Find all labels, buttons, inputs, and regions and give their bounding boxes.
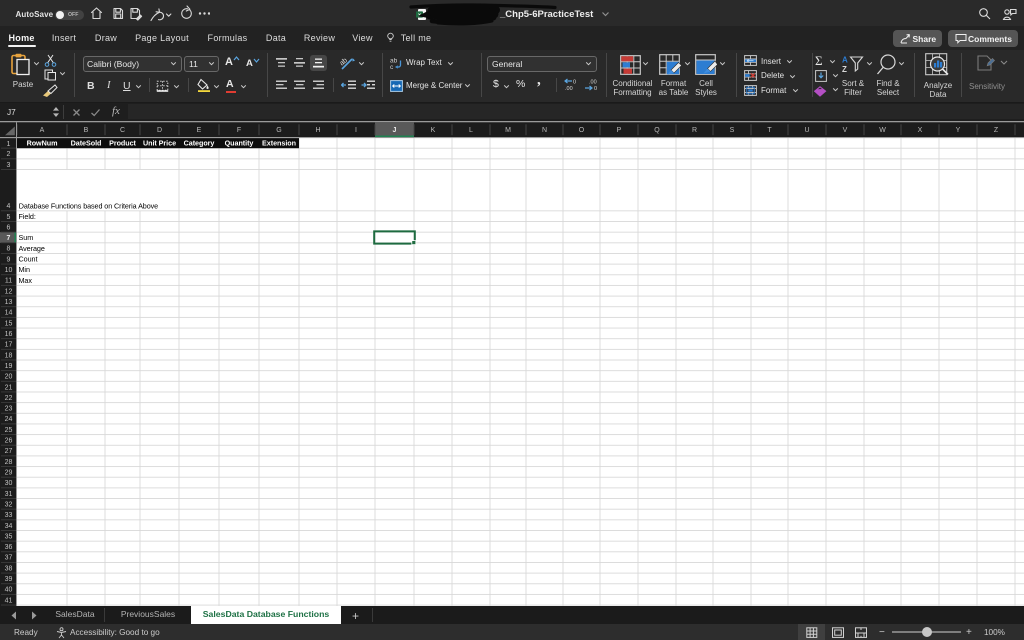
svg-text:19: 19 [5,363,13,370]
svg-text:41: 41 [5,597,13,604]
svg-text:31: 31 [5,491,13,498]
svg-text:M: M [505,127,511,134]
svg-text:DateSold: DateSold [71,139,102,148]
svg-text:U: U [804,127,809,134]
svg-text:K: K [431,127,436,134]
svg-text:40: 40 [5,587,13,594]
svg-text:37: 37 [5,555,13,562]
svg-text:D: D [157,127,162,134]
svg-text:24: 24 [5,416,13,423]
svg-text:Product: Product [109,139,136,148]
svg-text:V: V [843,127,848,134]
svg-text:L: L [469,127,473,134]
svg-text:36: 36 [5,544,13,551]
svg-text:38: 38 [5,565,13,572]
svg-text:T: T [767,127,772,134]
svg-text:11: 11 [5,278,12,285]
svg-text:C: C [120,127,125,134]
svg-text:Sum: Sum [19,233,34,242]
svg-text:H: H [315,127,320,134]
svg-text:8: 8 [7,246,11,253]
svg-text:1: 1 [7,141,11,148]
svg-text:S: S [730,127,735,134]
svg-text:J: J [393,127,397,134]
svg-text:32: 32 [5,501,13,508]
svg-text:Min: Min [19,265,30,274]
svg-text:Category: Category [184,139,215,148]
svg-text:13: 13 [5,299,13,306]
svg-text:6: 6 [7,224,11,231]
svg-text:X: X [918,127,923,134]
svg-text:Field:: Field: [19,212,36,221]
svg-text:Average: Average [19,244,45,253]
svg-text:10: 10 [5,267,13,274]
svg-text:Unit Price: Unit Price [143,139,176,148]
svg-text:Database Functions based on Cr: Database Functions based on Criteria Abo… [19,201,158,210]
svg-text:Y: Y [956,127,961,134]
svg-text:35: 35 [5,533,13,540]
svg-text:14: 14 [5,310,13,317]
svg-text:7: 7 [7,235,11,242]
svg-text:21: 21 [5,384,13,391]
svg-text:20: 20 [5,374,13,381]
svg-text:2: 2 [7,151,11,158]
svg-text:23: 23 [5,406,13,413]
svg-text:34: 34 [5,523,13,530]
svg-text:Extension: Extension [262,139,296,148]
svg-text:R: R [692,127,697,134]
svg-text:22: 22 [5,395,13,402]
svg-text:N: N [542,127,547,134]
svg-text:12: 12 [5,288,13,295]
svg-text:B: B [84,127,89,134]
svg-text:28: 28 [5,459,13,466]
svg-text:G: G [276,127,281,134]
svg-text:Q: Q [654,127,660,134]
svg-text:29: 29 [5,470,13,477]
svg-text:W: W [879,127,886,134]
svg-text:3: 3 [7,162,11,169]
svg-text:39: 39 [5,576,13,583]
svg-text:A: A [40,127,45,134]
svg-text:Max: Max [19,276,33,285]
svg-text:9: 9 [7,256,11,263]
svg-text:17: 17 [5,342,13,349]
svg-text:30: 30 [5,480,13,487]
svg-text:Z: Z [994,127,999,134]
svg-text:E: E [197,127,202,134]
svg-text:4: 4 [7,203,11,210]
svg-text:25: 25 [5,427,13,434]
svg-text:18: 18 [5,352,13,359]
svg-text:F: F [237,127,241,134]
svg-text:O: O [579,127,585,134]
svg-text:P: P [617,127,622,134]
svg-text:I: I [355,127,357,134]
svg-text:Count: Count [19,255,38,264]
svg-text:16: 16 [5,331,13,338]
svg-text:26: 26 [5,438,13,445]
svg-text:27: 27 [5,448,13,455]
svg-text:15: 15 [5,320,13,327]
svg-text:Quantity: Quantity [225,139,254,148]
svg-text:5: 5 [7,214,11,221]
svg-text:33: 33 [5,512,13,519]
svg-text:RowNum: RowNum [27,139,58,148]
